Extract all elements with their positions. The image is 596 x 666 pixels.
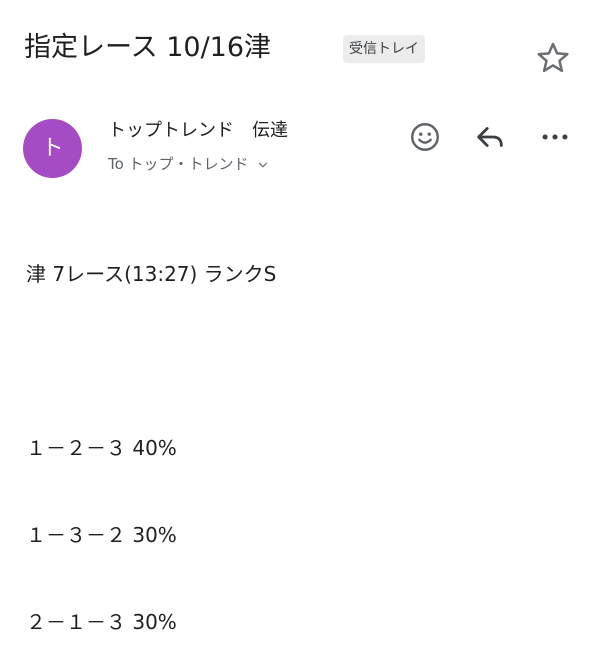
body-line: 津 7レース(13:27) ランクS [26,262,277,286]
body-line: １－３－２ 30% [26,523,177,547]
inbox-label-chip[interactable]: 受信トレイ [343,35,425,63]
sender-avatar[interactable]: ト [23,119,82,178]
emoji-reaction-icon[interactable] [408,120,442,154]
sender-name[interactable]: トップトレンド 伝達 [108,118,288,144]
body-line: １－２－３ 40% [26,436,177,460]
recipient-details-toggle[interactable]: To トップ・トレンド [108,153,270,175]
email-body: 津 7レース(13:27) ランクS １－２－３ 40% １－３－２ 30% ２… [26,202,276,666]
star-icon[interactable] [534,39,572,77]
email-subject: 指定レース 10/16津 [24,32,272,63]
reply-icon[interactable] [473,120,507,154]
recipient-line: To トップ・トレンド [108,155,249,173]
body-line: ２－１－３ 30% [26,610,177,634]
chevron-down-icon [259,162,268,167]
more-horizontal-icon[interactable] [538,120,572,154]
body-line-blank [26,347,276,376]
